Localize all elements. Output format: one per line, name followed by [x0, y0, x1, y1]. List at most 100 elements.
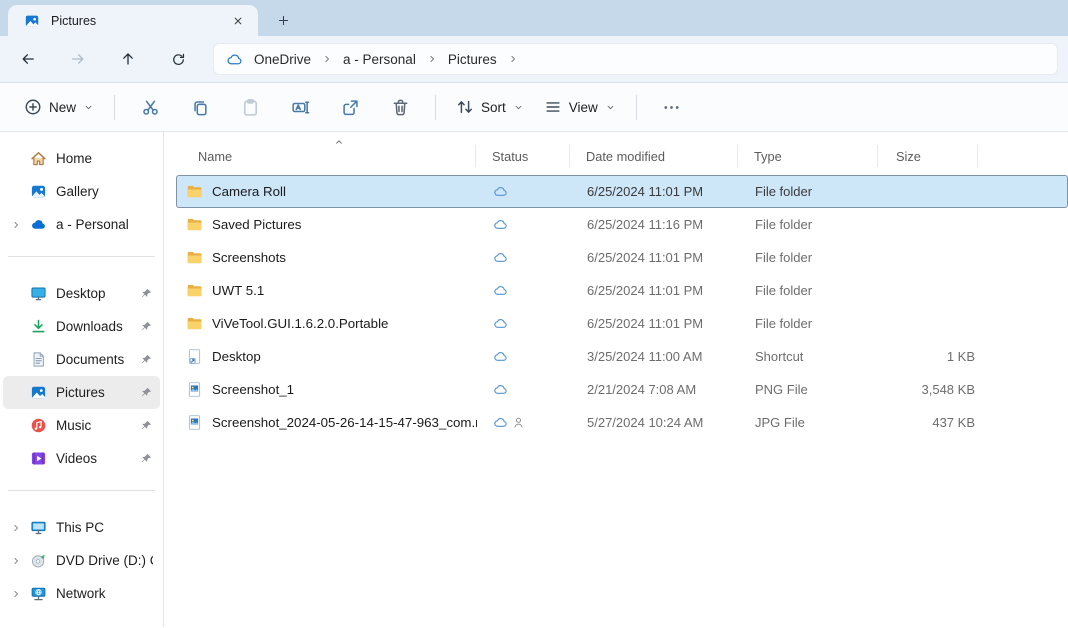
status-cell: [477, 316, 571, 331]
status-cell: [477, 415, 571, 430]
column-header-type[interactable]: Type: [738, 145, 878, 167]
paste-button[interactable]: [228, 89, 272, 125]
column-header-date[interactable]: Date modified: [570, 145, 738, 167]
more-options-button[interactable]: [650, 89, 694, 125]
file-row[interactable]: Camera Roll 6/25/2024 11:01 PM File folder: [176, 175, 1068, 208]
onedrive-icon: [30, 216, 47, 233]
file-name: Desktop: [212, 349, 261, 364]
new-tab-button[interactable]: [270, 7, 297, 34]
sidebar-item-network[interactable]: Network: [3, 577, 160, 610]
expand-chevron-icon[interactable]: [11, 219, 30, 231]
sidebar-item-home[interactable]: Home: [3, 142, 160, 175]
rename-button[interactable]: [278, 89, 322, 125]
delete-icon: [391, 98, 410, 117]
type-cell: File folder: [755, 184, 813, 199]
chevron-right-icon: [11, 589, 21, 599]
sort-icon: [456, 98, 474, 116]
view-button[interactable]: View: [534, 92, 626, 122]
sort-label: Sort: [481, 99, 506, 115]
sidebar-item-this-pc[interactable]: This PC: [3, 511, 160, 544]
breadcrumb-item[interactable]: a - Personal: [343, 52, 416, 67]
forward-button[interactable]: [61, 44, 95, 74]
breadcrumb-item[interactable]: Pictures: [448, 52, 497, 67]
sidebar-item-desktop[interactable]: Desktop: [3, 277, 160, 310]
cut-button[interactable]: [128, 89, 172, 125]
address-bar[interactable]: OneDrive a - Personal Pictures: [213, 43, 1058, 75]
type-cell: Shortcut: [755, 349, 804, 364]
tab-pictures[interactable]: Pictures: [8, 5, 258, 36]
share-button[interactable]: [328, 89, 372, 125]
close-icon: [232, 15, 244, 27]
file-rows: Camera Roll 6/25/2024 11:01 PM File folder…: [176, 175, 1068, 439]
sidebar-item-label: This PC: [56, 520, 105, 535]
chevron-down-icon: [605, 102, 616, 113]
dvd-icon: [30, 552, 47, 569]
column-header-label: Name: [198, 148, 233, 164]
sidebar-item-dvd-drive-d-ccc[interactable]: DVD Drive (D:) CCC: [3, 544, 160, 577]
file-name: Saved Pictures: [212, 217, 302, 232]
file-name-cell: UWT 5.1: [177, 282, 477, 299]
sidebar-item-label: Videos: [56, 451, 98, 466]
thispc-icon: [30, 519, 47, 536]
new-button[interactable]: New: [14, 92, 104, 122]
file-row[interactable]: ViVeTool.GUI.1.6.2.0.Portable 6/25/2024 1…: [176, 307, 1068, 340]
sidebar-item-music[interactable]: Music: [3, 409, 160, 442]
refresh-icon: [171, 52, 186, 67]
status-cell: [477, 250, 571, 265]
expand-chevron-icon[interactable]: [11, 588, 30, 600]
delete-button[interactable]: [378, 89, 422, 125]
status-cell: [477, 217, 571, 232]
column-header-size[interactable]: Size: [878, 145, 978, 167]
sidebar-item-downloads[interactable]: Downloads: [3, 310, 160, 343]
sidebar-item-label: Pictures: [56, 385, 105, 400]
file-row[interactable]: UWT 5.1 6/25/2024 11:01 PM File folder: [176, 274, 1068, 307]
toolbar-separator: [435, 94, 437, 120]
date-modified-cell: 6/25/2024 11:01 PM: [587, 184, 704, 199]
file-row[interactable]: Screenshots 6/25/2024 11:01 PM File folder: [176, 241, 1068, 274]
onedrive-cloud-icon: [226, 51, 243, 68]
expand-chevron-icon[interactable]: [11, 555, 30, 567]
file-name: Screenshot_2024-05-26-14-15-47-963_com.m…: [212, 415, 477, 430]
home-icon: [30, 150, 47, 167]
file-row[interactable]: Desktop 3/25/2024 11:00 AM Shortcut 1 KB: [176, 340, 1068, 373]
column-header-label: Size: [896, 148, 921, 164]
sidebar-item-videos[interactable]: Videos: [3, 442, 160, 475]
date-modified-cell: 5/27/2024 10:24 AM: [587, 415, 704, 430]
expand-chevron-icon[interactable]: [11, 522, 30, 534]
copy-button[interactable]: [178, 89, 222, 125]
file-explorer-window: Pictures OneDrive a - Personal Pictures Ne…: [0, 0, 1068, 628]
pin-icon: [140, 320, 153, 333]
close-tab-icon[interactable]: [226, 9, 250, 33]
file-name-cell: Screenshot_1: [177, 381, 477, 398]
up-button[interactable]: [111, 44, 145, 74]
back-button[interactable]: [11, 44, 45, 74]
sidebar-item-gallery[interactable]: Gallery: [3, 175, 160, 208]
date-modified-cell: 6/25/2024 11:01 PM: [587, 250, 704, 265]
pin-icon: [140, 419, 153, 432]
column-header-name[interactable]: Name: [176, 145, 476, 167]
chevron-right-icon: [11, 523, 21, 533]
desktop-icon: [30, 285, 47, 302]
sidebar-item-a-personal[interactable]: a - Personal: [3, 208, 160, 241]
sort-button[interactable]: Sort: [446, 92, 534, 122]
refresh-button[interactable]: [161, 44, 195, 74]
file-row[interactable]: Screenshot_2024-05-26-14-15-47-963_com.m…: [176, 406, 1068, 439]
folder-icon: [186, 249, 203, 266]
breadcrumb-item[interactable]: OneDrive: [254, 52, 311, 67]
column-header-label: Status: [492, 148, 529, 164]
folder-icon: [186, 183, 203, 200]
sidebar-item-documents[interactable]: Documents: [3, 343, 160, 376]
column-header-status[interactable]: Status: [476, 145, 570, 167]
file-row[interactable]: Saved Pictures 6/25/2024 11:16 PM File fol…: [176, 208, 1068, 241]
command-toolbar: New Sort View: [0, 82, 1068, 132]
cloud-status-icon: [493, 184, 508, 199]
date-modified-cell: 6/25/2024 11:01 PM: [587, 283, 704, 298]
file-row[interactable]: Screenshot_1 2/21/2024 7:08 AM PNG File 3,5…: [176, 373, 1068, 406]
folder-icon: [186, 216, 203, 233]
sidebar-item-pictures[interactable]: Pictures: [3, 376, 160, 409]
type-cell: JPG File: [755, 415, 805, 430]
navigation-bar: OneDrive a - Personal Pictures: [0, 36, 1068, 82]
